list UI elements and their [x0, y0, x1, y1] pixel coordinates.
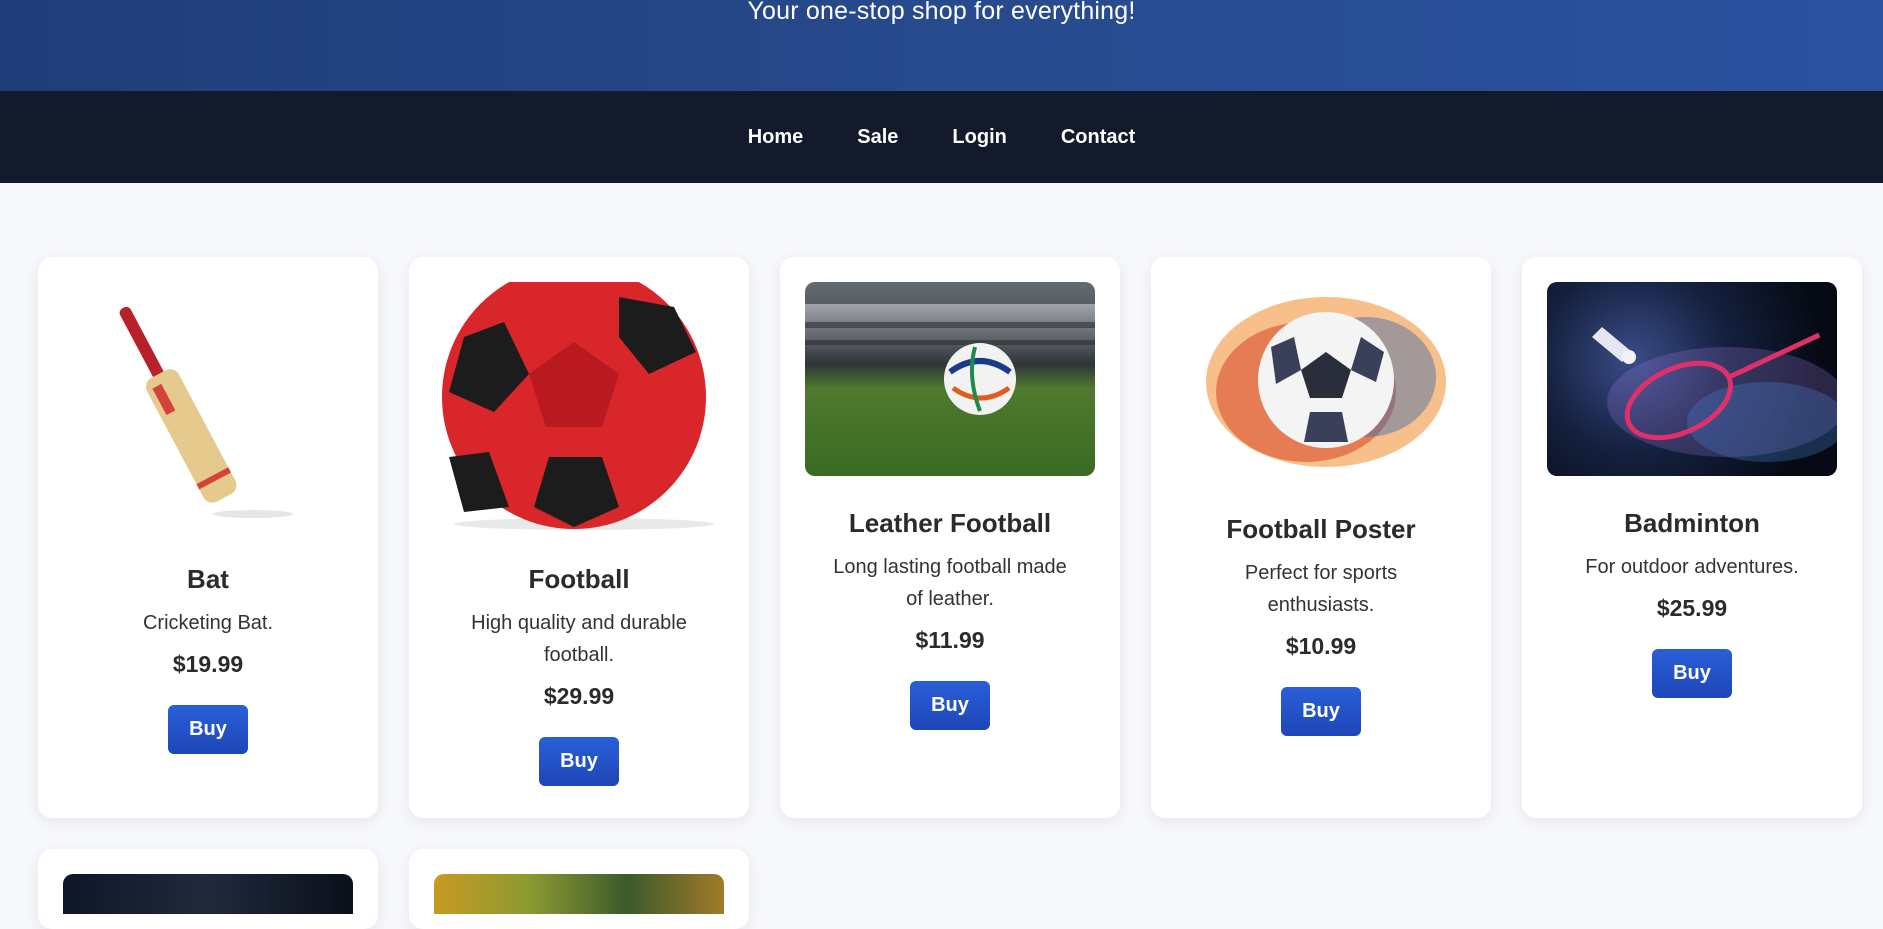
product-title: Football Poster — [1226, 514, 1416, 544]
buy-button[interactable]: Buy — [168, 705, 248, 754]
main-nav: Home Sale Login Contact — [0, 91, 1883, 183]
football-image — [434, 282, 724, 532]
poster-image — [1176, 282, 1466, 482]
product-description: Perfect for sports enthusiasts. — [1244, 562, 1398, 616]
product-price: $29.99 — [543, 683, 615, 709]
product-card-football-poster: Football Poster Perfect for sports enthu… — [1151, 257, 1491, 818]
product-description: For outdoor adventures. — [1585, 556, 1799, 578]
buy-button[interactable]: Buy — [1281, 687, 1361, 736]
hero-banner: Your one-stop shop for everything! — [0, 0, 1883, 91]
product-price: $19.99 — [172, 651, 244, 677]
product-title: Bat — [187, 564, 229, 594]
product-card-bat: Bat Cricketing Bat. $19.99 Buy — [38, 257, 378, 818]
product-card-partial — [38, 849, 378, 929]
badminton-image — [1547, 282, 1837, 476]
product-description: Cricketing Bat. — [142, 612, 274, 634]
product-title: Badminton — [1624, 508, 1760, 538]
nav-contact-link[interactable]: Contact — [1034, 126, 1162, 149]
product-title: Football — [528, 564, 630, 594]
product-card-partial — [409, 849, 749, 929]
buy-button[interactable]: Buy — [910, 681, 990, 730]
stadium-football-image — [805, 282, 1095, 476]
product-description: Long lasting football made of leather. — [833, 556, 1067, 610]
product-description: High quality and durable football. — [471, 612, 687, 666]
nav-login-link[interactable]: Login — [925, 126, 1033, 149]
product-grid: Bat Cricketing Bat. $19.99 Buy Football … — [38, 257, 1862, 929]
product-card-badminton: Badminton For outdoor adventures. $25.99… — [1522, 257, 1862, 818]
nav-home-link[interactable]: Home — [721, 126, 831, 149]
buy-button[interactable]: Buy — [539, 737, 619, 786]
product-image — [434, 874, 724, 914]
nav-sale-link[interactable]: Sale — [830, 126, 925, 149]
product-card-football: Football High quality and durable footba… — [409, 257, 749, 818]
product-card-leather-football: Leather Football Long lasting football m… — [780, 257, 1120, 818]
product-image — [63, 874, 353, 914]
product-price: $25.99 — [1656, 595, 1728, 621]
product-title: Leather Football — [848, 508, 1052, 538]
bat-image — [63, 282, 353, 532]
product-price: $10.99 — [1285, 633, 1357, 659]
product-price: $11.99 — [915, 627, 985, 653]
hero-tagline: Your one-stop shop for everything! — [747, 0, 1136, 25]
buy-button[interactable]: Buy — [1652, 649, 1732, 698]
